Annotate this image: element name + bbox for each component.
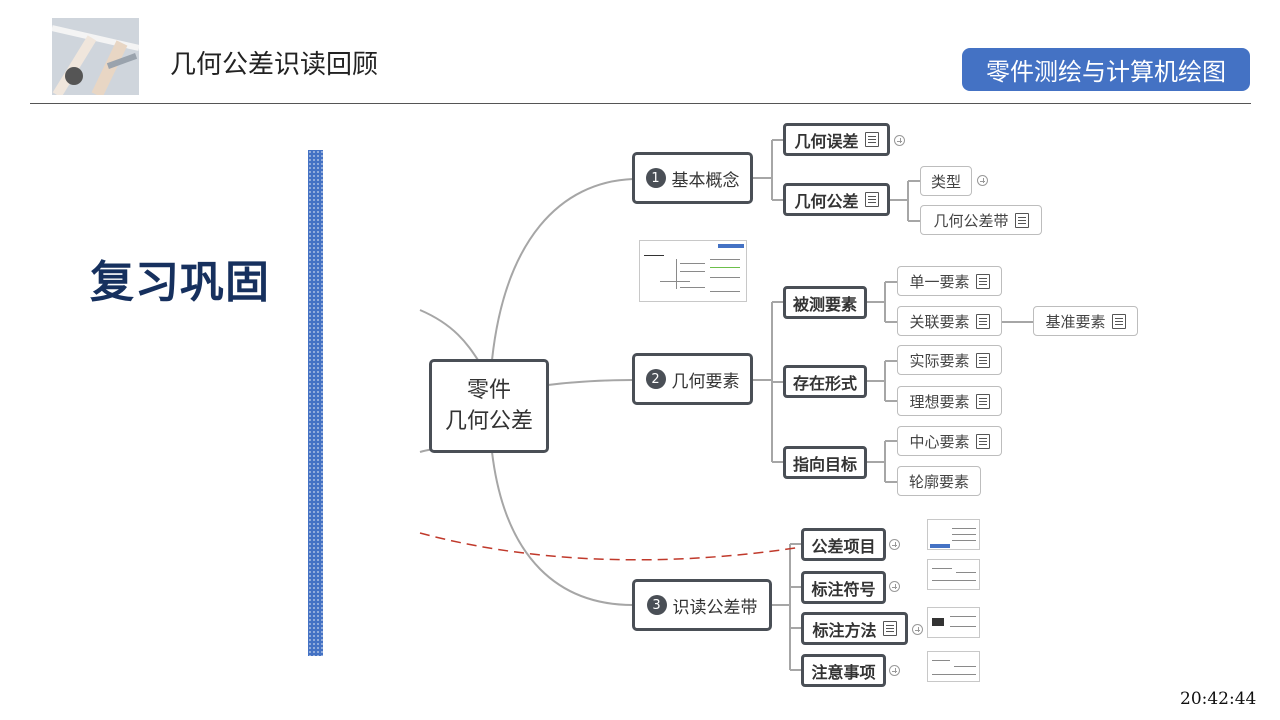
topic-center-element[interactable]: 中心要素 (897, 426, 1002, 456)
topic-label: 几何误差 (794, 131, 859, 151)
clock-readout: 20:42:44 (1180, 689, 1257, 709)
topic-geometric-tolerance[interactable]: 几何公差 (783, 183, 890, 216)
topic-annotation-method[interactable]: 标注方法 (801, 612, 908, 645)
note-icon[interactable] (882, 621, 897, 636)
topic-tolerance-zone[interactable]: 几何公差带 (920, 205, 1042, 235)
topic-contour-element[interactable]: 轮廓要素 (897, 466, 981, 496)
branch-basic-concepts[interactable]: 1 基本概念 (632, 152, 753, 204)
branch-geometric-elements[interactable]: 2 几何要素 (632, 353, 753, 405)
topic-tolerance-items[interactable]: 公差项目 (801, 528, 886, 561)
topic-actual-element[interactable]: 实际要素 (897, 345, 1002, 375)
central-topic-line1: 零件 (466, 378, 511, 403)
note-icon[interactable] (975, 352, 990, 368)
topic-label: 存在形式 (792, 373, 857, 393)
topic-label: 类型 (930, 172, 961, 191)
branch-label: 几何要素 (671, 371, 740, 392)
attached-image-thumbnail[interactable] (927, 519, 980, 550)
topic-label: 理想要素 (909, 392, 970, 411)
topic-label: 注意事项 (811, 662, 876, 682)
attached-image-thumbnail[interactable] (927, 559, 980, 590)
branch-label: 识读公差带 (672, 597, 758, 618)
topic-type[interactable]: 类型 (920, 166, 972, 196)
attached-image-thumbnail[interactable] (927, 651, 980, 682)
embedded-screenshot-thumbnail[interactable] (639, 240, 747, 302)
topic-annotation-symbols[interactable]: 标注符号 (801, 571, 886, 604)
central-topic[interactable]: 零件 几何公差 (429, 359, 549, 453)
topic-label: 被测要素 (792, 294, 857, 314)
topic-label: 指向目标 (792, 454, 857, 474)
branch-number-3: 3 (646, 595, 667, 615)
note-icon[interactable] (975, 273, 990, 289)
topic-associated-element[interactable]: 关联要素 (897, 306, 1002, 336)
branch-reading-tolerance-zone[interactable]: 3 识读公差带 (632, 579, 772, 631)
note-icon[interactable] (864, 132, 879, 147)
topic-label: 轮廓要素 (908, 472, 969, 491)
topic-target[interactable]: 指向目标 (783, 446, 867, 479)
note-icon[interactable] (975, 433, 990, 449)
expand-plus-icon[interactable] (894, 135, 905, 146)
note-icon[interactable] (975, 313, 990, 329)
note-icon[interactable] (1111, 313, 1126, 329)
expand-plus-icon[interactable] (889, 581, 900, 592)
topic-datum-element[interactable]: 基准要素 (1033, 306, 1138, 336)
note-icon[interactable] (975, 393, 990, 409)
expand-plus-icon[interactable] (889, 539, 900, 550)
central-topic-line2: 几何公差 (444, 409, 533, 434)
expand-plus-icon[interactable] (977, 175, 988, 186)
topic-label: 中心要素 (909, 432, 970, 451)
topic-label: 几何公差 (794, 191, 859, 211)
topic-label: 单一要素 (909, 272, 970, 291)
branch-number-2: 2 (645, 369, 666, 389)
topic-label: 实际要素 (909, 351, 970, 370)
topic-geometric-error[interactable]: 几何误差 (783, 123, 890, 156)
topic-label: 标注符号 (811, 579, 876, 599)
topic-existence-form[interactable]: 存在形式 (783, 365, 867, 398)
expand-plus-icon[interactable] (889, 665, 900, 676)
topic-measured-element[interactable]: 被测要素 (783, 286, 867, 319)
branch-number-1: 1 (645, 168, 666, 188)
topic-precautions[interactable]: 注意事项 (801, 654, 886, 687)
topic-label: 几何公差带 (933, 211, 1009, 230)
note-icon[interactable] (864, 192, 879, 207)
branch-label: 基本概念 (671, 170, 740, 191)
topic-single-element[interactable]: 单一要素 (897, 266, 1002, 296)
topic-label: 标注方法 (812, 620, 877, 640)
topic-label: 关联要素 (909, 312, 970, 331)
note-icon[interactable] (1014, 212, 1029, 228)
topic-ideal-element[interactable]: 理想要素 (897, 386, 1002, 416)
attached-image-thumbnail[interactable] (927, 607, 980, 638)
expand-plus-icon[interactable] (912, 624, 923, 635)
topic-label: 公差项目 (811, 536, 876, 556)
topic-label: 基准要素 (1045, 312, 1106, 331)
